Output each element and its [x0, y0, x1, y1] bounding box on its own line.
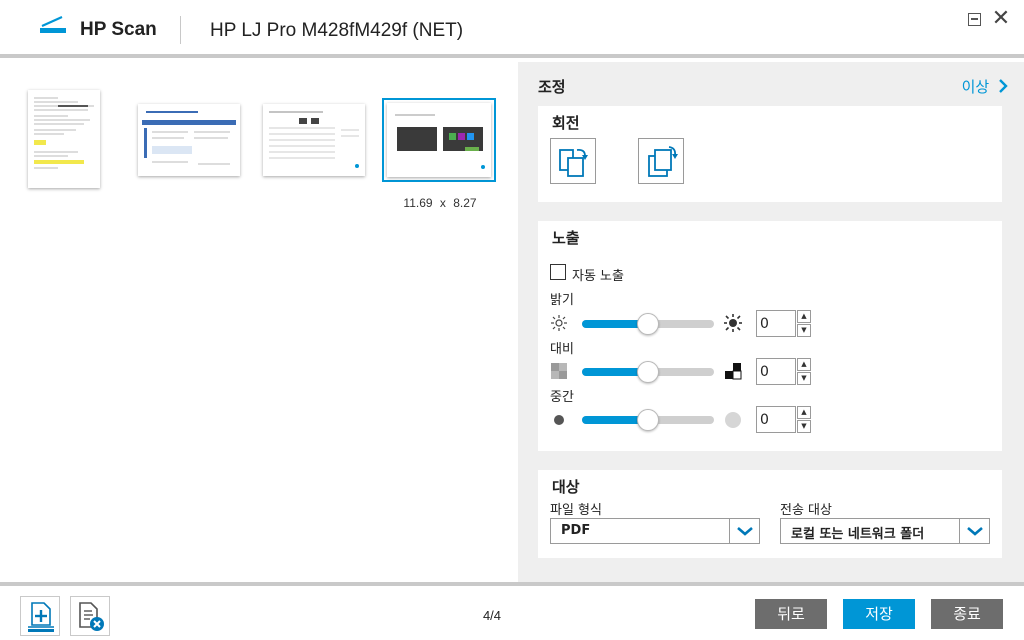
- exposure-section: 노출 자동 노출 밝기 0 ▲ ▼ 대비 0 ▲ ▼ 중간 0 ▲ ▼: [538, 221, 1002, 451]
- rotate-right-icon: [648, 146, 678, 177]
- brightness-row: 0 ▲ ▼: [538, 309, 1002, 337]
- delete-page-icon: [79, 602, 104, 631]
- chevron-down-icon: [967, 527, 983, 536]
- rotation-title: 회전: [552, 114, 580, 132]
- device-name: HP LJ Pro M428fM429f (NET): [210, 20, 464, 41]
- send-to-label: 전송 대상: [780, 503, 832, 518]
- brightness-low-icon: [551, 315, 567, 331]
- page-preview-image: [269, 111, 359, 168]
- footer-bar: 4/4 뒤로 저장 종료: [0, 582, 1024, 640]
- contrast-high-icon: [725, 363, 742, 380]
- send-to-dropdown[interactable]: 로컬 또는 네트워크 폴더: [780, 518, 990, 544]
- destination-title: 대상: [552, 478, 580, 496]
- advanced-link-label: 이상: [961, 78, 990, 96]
- thumbnail-page-1[interactable]: [28, 90, 100, 188]
- contrast-slider-thumb[interactable]: [637, 361, 659, 383]
- page-counter: 4/4: [482, 608, 502, 623]
- auto-exposure-checkbox[interactable]: [550, 264, 566, 280]
- brightness-label: 밝기: [550, 293, 574, 308]
- file-type-dropdown-button[interactable]: [729, 519, 759, 543]
- back-button[interactable]: 뒤로: [755, 599, 827, 629]
- brightness-high-icon: [724, 314, 742, 332]
- rotation-section: 회전: [538, 106, 1002, 202]
- thumbnail-page-3[interactable]: [263, 104, 365, 176]
- title-divider: [180, 16, 181, 44]
- send-to-value: 로컬 또는 네트워크 폴더: [791, 527, 925, 542]
- exposure-title: 노출: [552, 229, 580, 247]
- add-page-icon: [28, 602, 54, 632]
- scanner-icon: [40, 15, 66, 33]
- rotate-left-icon: [559, 148, 588, 177]
- rotate-left-button[interactable]: [550, 138, 596, 184]
- save-button[interactable]: 저장: [843, 599, 915, 629]
- midtone-dark-icon: [554, 415, 564, 425]
- chevron-right-icon: [999, 79, 1008, 93]
- file-type-label: 파일 형식: [550, 503, 602, 518]
- auto-exposure-label: 자동 노출: [572, 269, 624, 284]
- exit-button[interactable]: 종료: [931, 599, 1003, 629]
- page-preview-image: [34, 97, 94, 169]
- advanced-link[interactable]: 이상: [962, 76, 1008, 97]
- destination-section: 대상 파일 형식 PDF 전송 대상 로컬 또는 네트워크 폴더: [538, 470, 1002, 558]
- midtone-decrement-button[interactable]: ▼: [797, 420, 811, 433]
- page-preview-image: [395, 114, 485, 169]
- preview-area: 11.69 x 8.27: [0, 62, 518, 582]
- midtone-row: 0 ▲ ▼: [538, 405, 1002, 433]
- file-type-dropdown[interactable]: PDF: [550, 518, 760, 544]
- brightness-value-input[interactable]: 0: [756, 310, 796, 337]
- contrast-low-icon: [551, 363, 567, 379]
- contrast-label: 대비: [550, 342, 574, 357]
- title-bar: HP Scan HP LJ Pro M428fM429f (NET) ✕: [0, 0, 1024, 58]
- adjust-panel: 조정 이상 회전 노출 자동 노출 밝기 0 ▲ ▼ 대비 0 ▲ ▼ 중간 0…: [518, 62, 1024, 582]
- contrast-row: 0 ▲ ▼: [538, 357, 1002, 385]
- page-preview-image: [142, 111, 236, 165]
- chevron-down-icon: [737, 527, 753, 536]
- rotate-right-button[interactable]: [638, 138, 684, 184]
- midtone-slider-thumb[interactable]: [637, 409, 659, 431]
- delete-page-button[interactable]: [70, 596, 110, 636]
- thumbnail-page-4[interactable]: [387, 103, 491, 177]
- close-button[interactable]: ✕: [990, 8, 1012, 30]
- brightness-increment-button[interactable]: ▲: [797, 310, 811, 323]
- midtone-light-icon: [725, 412, 741, 428]
- contrast-value-input[interactable]: 0: [756, 358, 796, 385]
- thumbnail-page-2[interactable]: [138, 104, 240, 176]
- midtone-value-input[interactable]: 0: [756, 406, 796, 433]
- contrast-decrement-button[interactable]: ▼: [797, 372, 811, 385]
- send-to-dropdown-button[interactable]: [959, 519, 989, 543]
- contrast-increment-button[interactable]: ▲: [797, 358, 811, 371]
- add-page-button[interactable]: [20, 596, 60, 636]
- app-title: HP Scan: [80, 19, 157, 40]
- brightness-slider-thumb[interactable]: [637, 313, 659, 335]
- brightness-decrement-button[interactable]: ▼: [797, 324, 811, 337]
- page-size-label: 11.69 x 8.27: [403, 196, 477, 210]
- file-type-value: PDF: [561, 523, 591, 538]
- midtone-label: 중간: [550, 390, 574, 405]
- minimize-button[interactable]: [968, 13, 981, 26]
- midtone-increment-button[interactable]: ▲: [797, 406, 811, 419]
- panel-title: 조정: [538, 78, 566, 96]
